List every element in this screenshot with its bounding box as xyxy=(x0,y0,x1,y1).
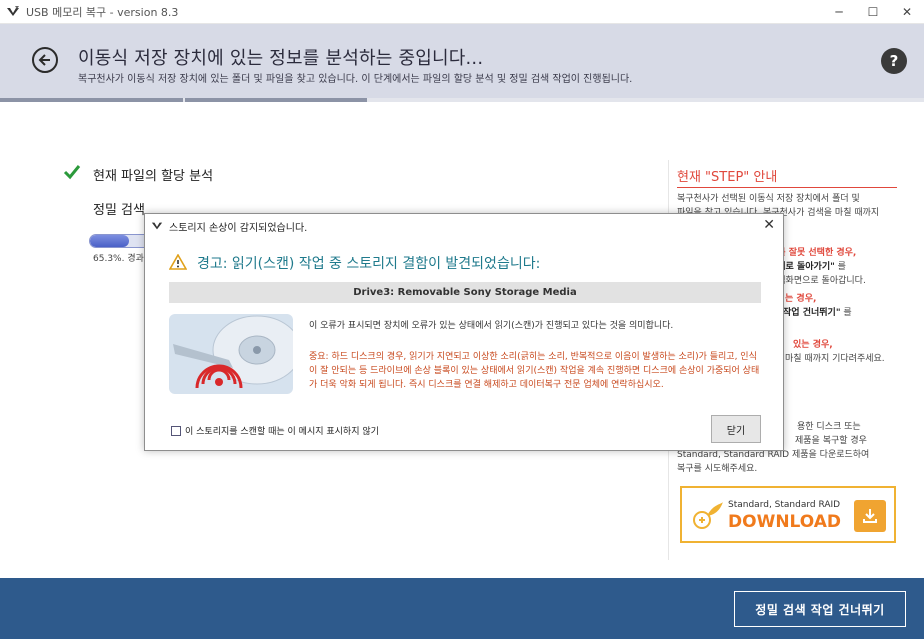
download-standard-button[interactable]: Standard, Standard RAID DOWNLOAD xyxy=(680,486,896,543)
download-icon xyxy=(854,500,886,532)
page-footer: 정밀 검색 작업 건너뛰기 xyxy=(0,578,924,639)
window-titlebar: USB 메모리 복구 - version 8.3 ─ ☐ ✕ xyxy=(0,0,924,24)
step-segment xyxy=(0,98,183,102)
dialog-message: 이 오류가 표시되면 장치에 오류가 있는 상태에서 읽기(스캔)가 진행되고 … xyxy=(309,321,674,331)
minimize-button[interactable]: ─ xyxy=(822,0,856,24)
page-title: 이동식 저장 장치에 있는 정보를 분석하는 중입니다... xyxy=(78,48,484,69)
download-edition-label: Standard, Standard RAID xyxy=(728,500,841,510)
help-button[interactable]: ? xyxy=(881,48,907,74)
angel-wing-icon xyxy=(693,502,723,529)
scan-progress-bar xyxy=(89,234,151,248)
guide-text: 를 xyxy=(840,308,852,318)
task-allocation-analysis: 현재 파일의 할당 분석 xyxy=(93,169,214,184)
guide-text: 작업 건너뛰기" xyxy=(783,308,841,318)
back-button[interactable] xyxy=(32,47,58,73)
dont-show-again-option[interactable]: 이 스토리지를 스캔할 때는 이 메시지 표시하지 않기 xyxy=(171,424,379,437)
step-segment xyxy=(553,98,737,102)
step-guide-title: 현재 "STEP" 안내 xyxy=(677,170,778,185)
dialog-close-button[interactable]: ✕ xyxy=(763,217,775,233)
app-logo-icon xyxy=(7,5,19,16)
step-guide-divider xyxy=(677,187,897,188)
close-window-button[interactable]: ✕ xyxy=(890,0,924,24)
arrow-left-icon xyxy=(38,54,50,66)
guide-text: 복구천사가 선택된 이동식 저장 장치에서 폴더 및 xyxy=(677,194,860,204)
task-deep-scan: 정밀 검색 xyxy=(93,203,145,218)
warning-icon xyxy=(169,254,187,270)
download-label: DOWNLOAD xyxy=(728,512,842,532)
dont-show-again-checkbox[interactable] xyxy=(171,425,181,436)
dont-show-again-label: 이 스토리지를 스캔할 때는 이 메시지 표시하지 않기 xyxy=(185,427,379,437)
damaged-hdd-icon xyxy=(169,314,293,394)
storage-damage-dialog: 스토리지 손상이 감지되었습니다. ✕ 경고: 읽기(스캔) 작업 중 스토리지… xyxy=(144,213,784,451)
page-subtitle: 복구천사가 이동식 저장 장치에 있는 폴더 및 파일을 찾고 있습니다. 이 … xyxy=(78,74,633,85)
skip-deep-scan-button[interactable]: 정밀 검색 작업 건너뛰기 xyxy=(734,591,906,627)
step-segment xyxy=(738,98,922,102)
step-progress-bar xyxy=(0,98,924,102)
dialog-title: 스토리지 손상이 감지되었습니다. xyxy=(169,222,308,234)
scan-progress-fill xyxy=(90,235,130,247)
page-header: 이동식 저장 장치에 있는 정보를 분석하는 중입니다... 복구천사가 이동식… xyxy=(0,24,924,98)
maximize-button[interactable]: ☐ xyxy=(856,0,890,24)
checkmark-icon xyxy=(63,165,81,180)
app-logo-icon xyxy=(151,222,163,230)
dialog-titlebar: 스토리지 손상이 감지되었습니다. ✕ xyxy=(145,214,783,238)
dialog-warning-text: 중요: 하드 디스크의 경우, 읽기가 지연되고 이상한 소리(긁히는 소리, … xyxy=(309,352,760,390)
scan-progress-text: 65.3%. 경과 xyxy=(93,254,144,264)
window-title: USB 메모리 복구 - version 8.3 xyxy=(26,5,179,19)
drive-name-bar: Drive3: Removable Sony Storage Media xyxy=(169,282,761,303)
step-segment xyxy=(369,98,552,102)
dialog-close-ok-button[interactable]: 닫기 xyxy=(711,415,761,443)
step-segment xyxy=(184,98,368,102)
guide-text: 복구를 시도해주세요. xyxy=(677,464,758,474)
dialog-heading: 경고: 읽기(스캔) 작업 중 스토리지 결함이 발견되었습니다: xyxy=(197,256,541,272)
guide-text: 를 xyxy=(834,262,846,272)
